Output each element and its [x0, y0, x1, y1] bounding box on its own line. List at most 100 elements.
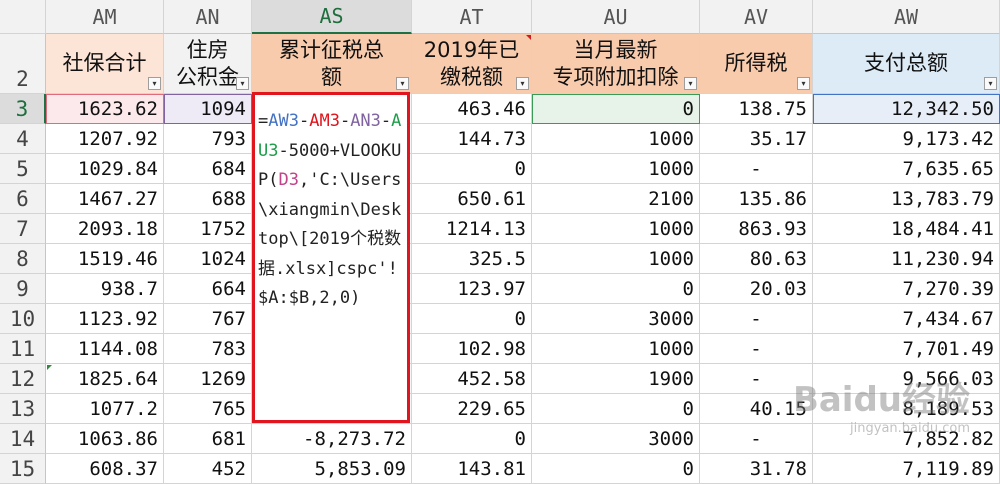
row-header-10[interactable]: 10	[0, 304, 46, 334]
cell-au15[interactable]: 0	[532, 454, 700, 484]
cell-aw7[interactable]: 18,484.41	[813, 214, 1000, 244]
cell-an9[interactable]: 664	[164, 274, 252, 304]
header-cell-am[interactable]: 社保合计 ▾	[46, 34, 164, 94]
cell-at5[interactable]: 0	[412, 154, 532, 184]
row-header-13[interactable]: 13	[0, 394, 46, 424]
cell-au5[interactable]: 1000	[532, 154, 700, 184]
cell-am3[interactable]: 1623.62	[46, 94, 164, 124]
cell-aw15[interactable]: 7,119.89	[813, 454, 1000, 484]
cell-aw8[interactable]: 11,230.94	[813, 244, 1000, 274]
header-cell-av[interactable]: 所得税 ▾	[700, 34, 813, 94]
cell-at6[interactable]: 650.61	[412, 184, 532, 214]
formula-in-cell-editor[interactable]: =AW3-AM3-AN3-AU3-5000+VLOOKUP(D3,'C:\Use…	[252, 92, 410, 423]
cell-au7[interactable]: 1000	[532, 214, 700, 244]
cell-am9[interactable]: 938.7	[46, 274, 164, 304]
cell-an14[interactable]: 681	[164, 424, 252, 454]
column-header-at[interactable]: AT	[412, 0, 532, 34]
filter-dropdown-icon[interactable]: ▾	[516, 77, 529, 90]
cell-an3[interactable]: 1094	[164, 94, 252, 124]
spreadsheet-grid[interactable]: AM AN AS AT AU AV AW 2 社保合计 ▾ 住房 公积金 ▾ 累计征税总额 ▾ 2019年已缴…	[0, 0, 1000, 484]
cell-aw13[interactable]: 8,189.53	[813, 394, 1000, 424]
filter-dropdown-icon[interactable]: ▾	[984, 77, 997, 90]
cell-av6[interactable]: 135.86	[700, 184, 813, 214]
cell-av15[interactable]: 31.78	[700, 454, 813, 484]
cell-at3[interactable]: 463.46	[412, 94, 532, 124]
header-cell-an[interactable]: 住房 公积金 ▾	[164, 34, 252, 94]
row-header-11[interactable]: 11	[0, 334, 46, 364]
row-header-5[interactable]: 5	[0, 154, 46, 184]
cell-aw5[interactable]: 7,635.65	[813, 154, 1000, 184]
cell-au11[interactable]: 1000	[532, 334, 700, 364]
cell-au14[interactable]: 3000	[532, 424, 700, 454]
cell-am11[interactable]: 1144.08	[46, 334, 164, 364]
cell-am4[interactable]: 1207.92	[46, 124, 164, 154]
cell-at14[interactable]: 0	[412, 424, 532, 454]
cell-an13[interactable]: 765	[164, 394, 252, 424]
cell-an4[interactable]: 793	[164, 124, 252, 154]
row-header-9[interactable]: 9	[0, 274, 46, 304]
cell-av14[interactable]: -	[700, 424, 813, 454]
filter-dropdown-icon[interactable]: ▾	[797, 77, 810, 90]
cell-av7[interactable]: 863.93	[700, 214, 813, 244]
cell-an11[interactable]: 783	[164, 334, 252, 364]
cell-aw12[interactable]: 9,566.03	[813, 364, 1000, 394]
cell-au10[interactable]: 3000	[532, 304, 700, 334]
row-header-7[interactable]: 7	[0, 214, 46, 244]
cell-an15[interactable]: 452	[164, 454, 252, 484]
select-all-corner[interactable]	[0, 0, 46, 34]
cell-at4[interactable]: 144.73	[412, 124, 532, 154]
row-header-3[interactable]: 3	[0, 94, 46, 124]
row-header-6[interactable]: 6	[0, 184, 46, 214]
row-header-2[interactable]: 2	[0, 34, 46, 94]
column-header-am[interactable]: AM	[46, 0, 164, 34]
cell-av4[interactable]: 35.17	[700, 124, 813, 154]
cell-am6[interactable]: 1467.27	[46, 184, 164, 214]
cell-au3[interactable]: 0	[532, 94, 700, 124]
cell-av9[interactable]: 20.03	[700, 274, 813, 304]
cell-an12[interactable]: 1269	[164, 364, 252, 394]
column-header-as[interactable]: AS	[252, 0, 412, 34]
cell-at8[interactable]: 325.5	[412, 244, 532, 274]
cell-aw3[interactable]: 12,342.50	[813, 94, 1000, 124]
cell-av11[interactable]: -	[700, 334, 813, 364]
cell-am7[interactable]: 2093.18	[46, 214, 164, 244]
cell-aw9[interactable]: 7,270.39	[813, 274, 1000, 304]
row-header-8[interactable]: 8	[0, 244, 46, 274]
row-header-4[interactable]: 4	[0, 124, 46, 154]
cell-an8[interactable]: 1024	[164, 244, 252, 274]
cell-at12[interactable]: 452.58	[412, 364, 532, 394]
cell-as14[interactable]: -8,273.72	[252, 424, 412, 454]
cell-aw10[interactable]: 7,434.67	[813, 304, 1000, 334]
cell-at13[interactable]: 229.65	[412, 394, 532, 424]
cell-au8[interactable]: 1000	[532, 244, 700, 274]
cell-aw6[interactable]: 13,783.79	[813, 184, 1000, 214]
filter-dropdown-icon[interactable]: ▾	[396, 77, 409, 90]
cell-at10[interactable]: 0	[412, 304, 532, 334]
cell-at15[interactable]: 143.81	[412, 454, 532, 484]
column-header-aw[interactable]: AW	[813, 0, 1000, 34]
header-cell-aw[interactable]: 支付总额 ▾	[813, 34, 1000, 94]
cell-am5[interactable]: 1029.84	[46, 154, 164, 184]
cell-av3[interactable]: 138.75	[700, 94, 813, 124]
column-header-au[interactable]: AU	[532, 0, 700, 34]
cell-at11[interactable]: 102.98	[412, 334, 532, 364]
cell-as15[interactable]: 5,853.09	[252, 454, 412, 484]
cell-av13[interactable]: 40.15	[700, 394, 813, 424]
row-header-15[interactable]: 15	[0, 454, 46, 484]
cell-am10[interactable]: 1123.92	[46, 304, 164, 334]
cell-am14[interactable]: 1063.86	[46, 424, 164, 454]
cell-av8[interactable]: 80.63	[700, 244, 813, 274]
cell-aw4[interactable]: 9,173.42	[813, 124, 1000, 154]
cell-av10[interactable]: -	[700, 304, 813, 334]
cell-au4[interactable]: 1000	[532, 124, 700, 154]
cell-at7[interactable]: 1214.13	[412, 214, 532, 244]
cell-au12[interactable]: 1900	[532, 364, 700, 394]
cell-an7[interactable]: 1752	[164, 214, 252, 244]
cell-an6[interactable]: 688	[164, 184, 252, 214]
cell-am12[interactable]: 1825.64	[46, 364, 164, 394]
cell-av12[interactable]: -	[700, 364, 813, 394]
filter-dropdown-icon[interactable]: ▾	[148, 77, 161, 90]
filter-dropdown-icon[interactable]: ▾	[684, 77, 697, 90]
filter-dropdown-icon[interactable]: ▾	[236, 77, 249, 90]
cell-aw14[interactable]: 7,852.82	[813, 424, 1000, 454]
